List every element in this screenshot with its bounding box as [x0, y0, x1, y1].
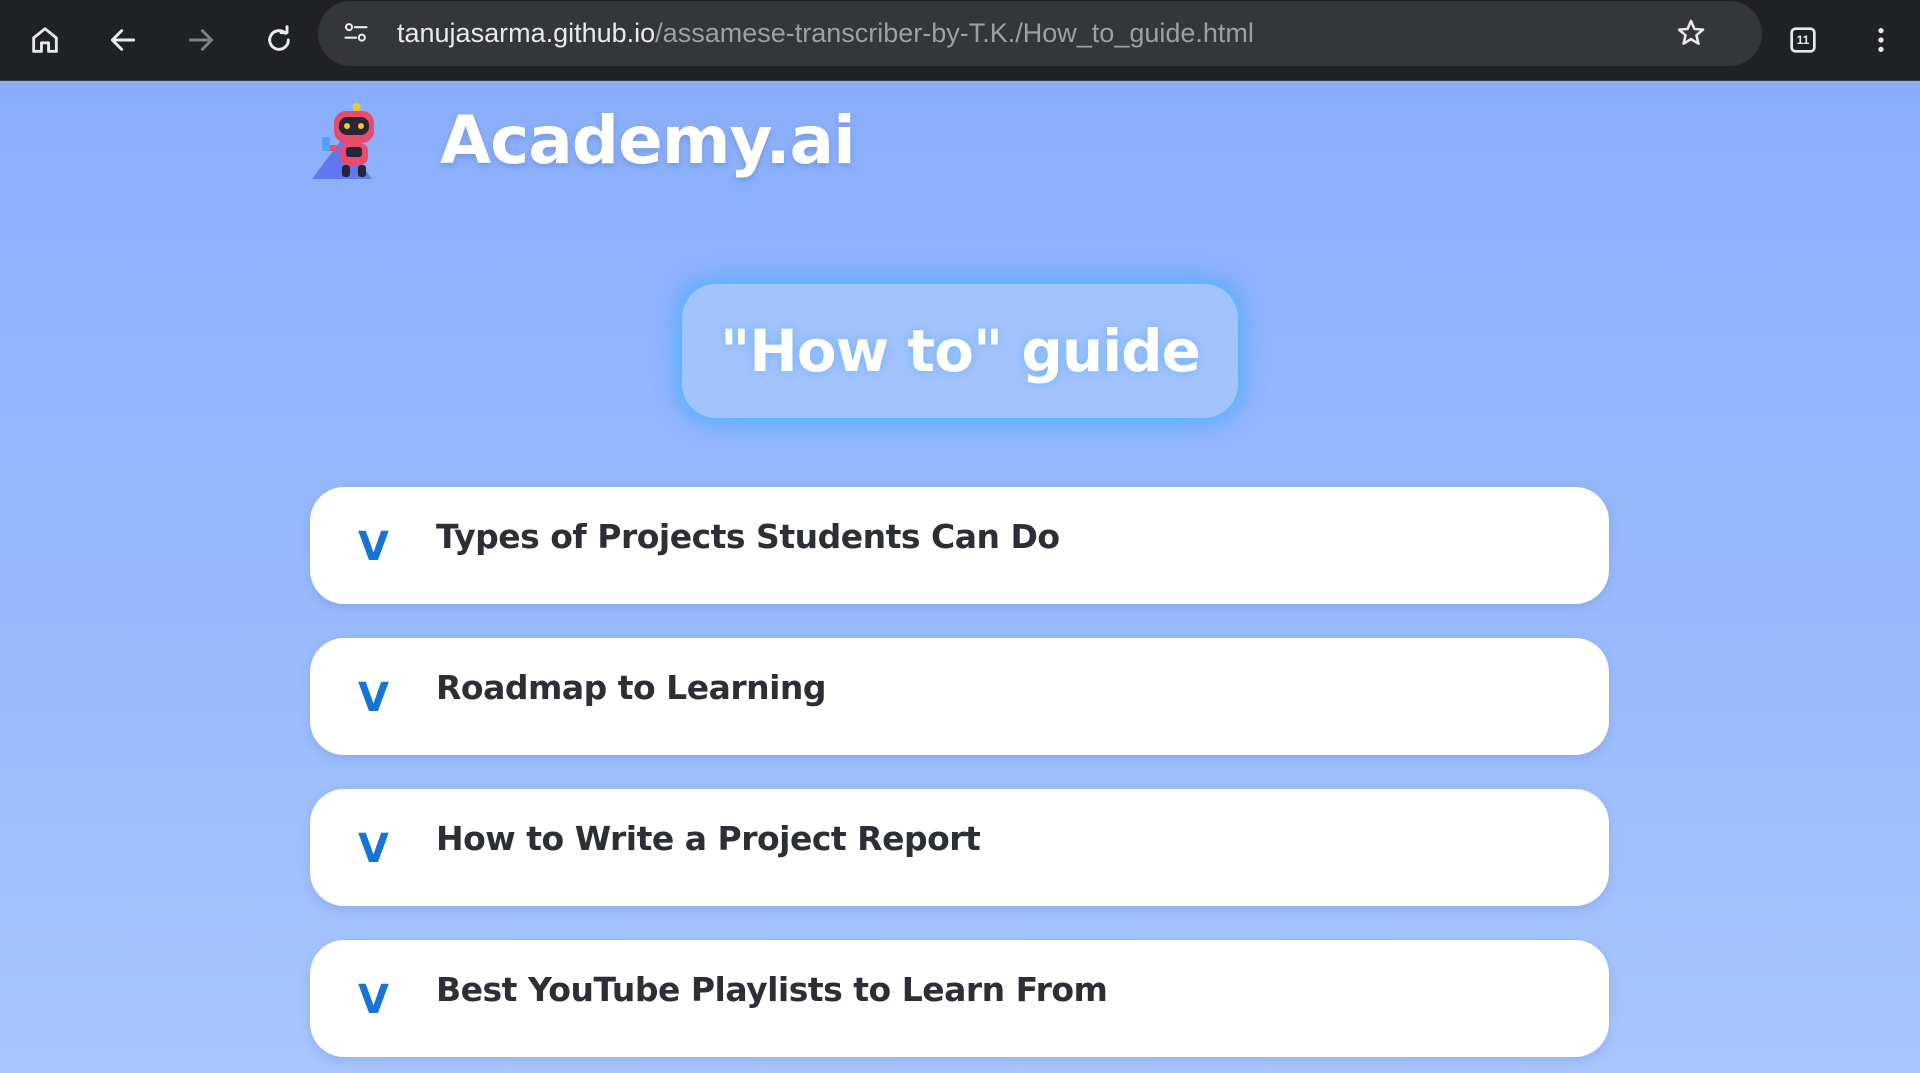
url-host: tanujasarma.github.io [397, 18, 656, 48]
chevron-down-icon: V [358, 675, 389, 721]
forward-button[interactable] [175, 14, 227, 66]
address-bar[interactable]: tanujasarma.github.io/assamese-transcrib… [318, 1, 1762, 66]
accordion-item-project-types[interactable]: V Types of Projects Students Can Do [310, 487, 1609, 604]
reload-button[interactable] [253, 14, 305, 66]
back-button[interactable] [97, 14, 149, 66]
tab-count: 11 [1796, 33, 1810, 47]
star-icon[interactable] [1675, 17, 1707, 49]
arrow-left-icon [110, 29, 136, 51]
url-text[interactable]: tanujasarma.github.io/assamese-transcrib… [397, 1, 1254, 66]
more-vert-icon [1878, 28, 1884, 52]
accordion-item-roadmap[interactable]: V Roadmap to Learning [310, 638, 1609, 755]
robot-logo [312, 103, 374, 179]
site-title: Academy.ai [440, 102, 856, 179]
reload-icon [268, 25, 290, 51]
chevron-down-icon: V [358, 524, 389, 570]
accordion-label: Roadmap to Learning [436, 668, 827, 707]
guide-title-pill: "How to" guide [682, 284, 1238, 418]
accordion-item-project-report[interactable]: V How to Write a Project Report [310, 789, 1609, 906]
tune-icon[interactable] [342, 19, 370, 47]
page-title: "How to" guide [720, 317, 1201, 385]
chevron-down-icon: V [358, 826, 389, 872]
accordion-label: How to Write a Project Report [436, 819, 981, 858]
accordion-label: Types of Projects Students Can Do [436, 517, 1060, 556]
url-path: /assamese-transcriber-by-T.K./How_to_gui… [655, 18, 1254, 48]
tab-switcher-button[interactable]: 11 [1777, 14, 1829, 66]
menu-button[interactable] [1855, 14, 1907, 66]
arrow-right-icon [188, 29, 214, 51]
home-icon [32, 27, 58, 53]
home-button[interactable] [19, 14, 71, 66]
accordion-item-youtube-playlists[interactable]: V Best YouTube Playlists to Learn From [310, 940, 1609, 1057]
browser-toolbar: tanujasarma.github.io/assamese-transcrib… [0, 0, 1920, 81]
chevron-down-icon: V [358, 977, 389, 1023]
page-content: Academy.ai "How to" guide V Types of Pro… [0, 81, 1920, 1073]
accordion-label: Best YouTube Playlists to Learn From [436, 970, 1108, 1009]
